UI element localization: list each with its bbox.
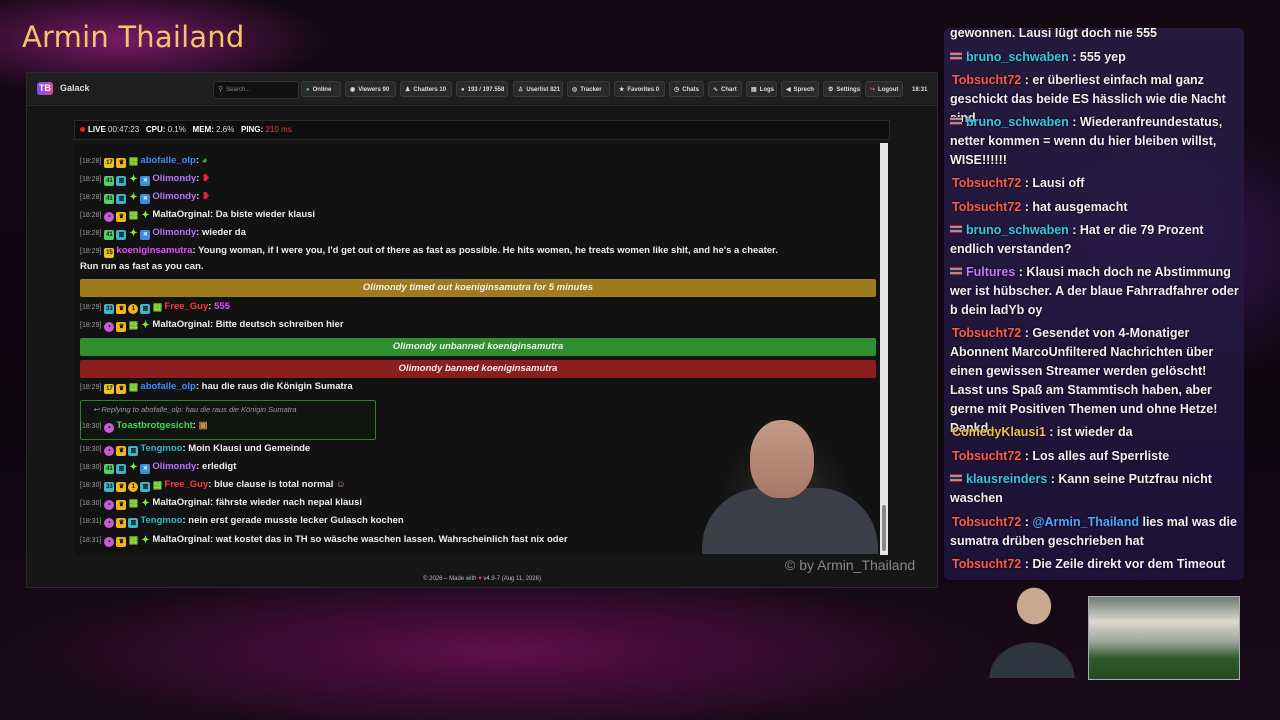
overlay-message: bruno_schwaben : Wiederanfreundestatus, …: [950, 115, 1223, 167]
chats-button[interactable]: ◷ Chats: [669, 81, 704, 97]
reply-context: ↩ Replying to abofalle_olp: hau die raus…: [93, 405, 297, 414]
user-icon: ♙: [518, 87, 524, 93]
unban-notice: Olimondy unbanned koeniginsamutra: [80, 338, 876, 356]
chart-icon: ∿: [713, 87, 719, 93]
chat-message: [18:29] 17 ♛ ▦ abofalle_olp: hau die raus di…: [80, 381, 353, 394]
chatters-button[interactable]: ♟ Chatters 10: [400, 81, 452, 97]
thai-flag-icon: [950, 117, 962, 125]
chat-message: [18:28] 41 ▥ ✦ ✕ Olimondy: ❥: [80, 173, 211, 186]
search-icon: ⚲: [218, 86, 224, 93]
chat-message: [18:30] 33 ♛ 1 ▥ ▦ Free_Guy: blue clause is to…: [80, 479, 346, 492]
favorites-button[interactable]: ★ Favorites 0: [614, 81, 665, 97]
eye-icon: ◉: [350, 87, 356, 93]
overlay-message: Tobsucht72 : @Armin_Thailand lies mal wa…: [950, 515, 1237, 548]
chat-message: [18:30] • ♛ ▦ ✦ MaltaOrginal: fährste wieder …: [80, 497, 363, 510]
chat-message: [18:30] 41 ▥ ✦ ✕ Olimondy: erledigt: [80, 461, 237, 474]
users-icon: ♟: [405, 87, 411, 93]
second-webcam-person: [972, 578, 1092, 678]
overlay-message: Tobsucht72 : hat ausgemacht: [952, 200, 1128, 214]
watermark: © by Armin_Thailand: [785, 557, 916, 573]
top-toolbar: TB Galack ⚲ Search... ● Online ◉ Viewers 90…: [27, 73, 937, 106]
chat-message: [18:29] 15 koeniginsamutra: Young woman, i…: [80, 245, 778, 258]
clock: 18:31: [907, 81, 931, 97]
status-strip: LIVE 00:47:23 CPU: 0.1% MEM: 2.6% PING: …: [74, 120, 890, 140]
online-button[interactable]: ● Online: [301, 81, 341, 97]
speech-icon: ◀: [786, 87, 791, 93]
online-dot-icon: ●: [306, 87, 310, 93]
logout-button[interactable]: ↪ Logout: [865, 81, 903, 97]
thai-flag-icon: [950, 52, 962, 60]
thai-flag-icon: [950, 474, 962, 482]
overlay-message: Tobsucht72 : Gesendet von 4-Monatiger Ab…: [950, 326, 1218, 435]
overlay-message: klausreinders : Kann seine Putzfrau nich…: [950, 472, 1212, 505]
chat-message: [18:28] • ♛ ▦ ✦ MaltaOrginal: Da biste wieder…: [80, 209, 316, 222]
webcam-person-body: [702, 488, 878, 554]
channel-name: Galack: [60, 83, 90, 93]
search-input[interactable]: ⚲ Search...: [213, 81, 299, 99]
chat-message: [18:29] • ♛ ▦ ✦ MaltaOrginal: Bitte deutsch s…: [80, 319, 344, 332]
overlay-message: ComedyKlausi1 : ist wieder da: [952, 425, 1133, 439]
stream-chat-overlay: gewonnen. Lausi lügt doch nie 555 bruno_…: [944, 28, 1244, 580]
tracker-button[interactable]: ◎ Tracker: [567, 81, 610, 97]
overlay-message: Fultures : Klausi mach doch ne Abstimmun…: [950, 265, 1239, 317]
sprech-button[interactable]: ◀ Sprech: [781, 81, 819, 97]
thai-flag-icon: [950, 267, 962, 275]
chat-message: [18:31] • ♛ ▥ Tengmoo: nein erst gerade muss…: [80, 515, 404, 528]
chart-button[interactable]: ∿ Chart: [708, 81, 742, 97]
garden-camera-feed: [1088, 596, 1240, 680]
live-dot-icon: [80, 127, 85, 132]
webcam-person-face: [750, 420, 814, 498]
overlay-message: Tobsucht72 : Lausi off: [952, 176, 1085, 190]
logout-icon: ↪: [870, 87, 876, 93]
chat-message: [18:30] • Toastbrotgesicht: ▣: [80, 420, 208, 433]
chat-message-continuation: Run run as fast as you can.: [80, 261, 204, 272]
chat-scrollbar[interactable]: [880, 143, 888, 555]
overlay-message: bruno_schwaben : 555 yep: [950, 48, 1242, 67]
chat-message: [18:30] • ♛ ▥ Tengmoo: Moin Klausi und Gemei…: [80, 443, 311, 456]
chat-message: [18:28] 41 ▥ ✦ ✕ Olimondy: ❥: [80, 191, 211, 204]
clock-icon: ◷: [674, 87, 680, 93]
gear-icon: ⚙: [828, 87, 834, 93]
tracker-icon: ◎: [572, 87, 578, 93]
overlay-message: gewonnen. Lausi lügt doch nie 555: [950, 28, 1157, 40]
overlay-message: bruno_schwaben : Hat er die 79 Prozent e…: [950, 223, 1204, 256]
footer: © 2026 – Made with ♥ v4.9-7 (Aug 11, 202…: [423, 576, 541, 582]
reply-block: ↩ Replying to abofalle_olp: hau die raus…: [80, 400, 376, 440]
settings-button[interactable]: ⚙ Settings: [823, 81, 861, 97]
ban-notice: Olimondy banned koeniginsamutra: [80, 360, 876, 378]
overlay-message: Tobsucht72 : Die Zeile direkt vor dem Ti…: [952, 557, 1226, 571]
chat-message: [18:28] 41 ▥ ✦ ✕ Olimondy: wieder da: [80, 227, 246, 240]
heart-icon: ♥: [478, 576, 482, 582]
viewers-button[interactable]: ◉ Viewers 90: [345, 81, 396, 97]
overlay-message: Tobsucht72 : Los alles auf Sperrliste: [952, 449, 1170, 463]
chat-message: [18:29] 33 ♛ 1 ▥ ▦ Free_Guy: 555: [80, 301, 230, 314]
app-logo: TB: [37, 82, 53, 95]
logs-button[interactable]: ▤ Logs: [746, 81, 777, 97]
messages-count-button[interactable]: ● 193 / 197.558: [456, 81, 508, 97]
chat-bubble-icon: ●: [461, 87, 465, 93]
logs-icon: ▤: [751, 87, 757, 93]
chat-message: [18:28] 17 ♛ ▦ abofalle_olp: ◕: [80, 155, 208, 168]
chat-scrollbar-thumb[interactable]: [882, 505, 886, 551]
timeout-notice: Olimondy timed out koeniginsamutra for 5…: [80, 279, 876, 297]
stream-title: Armin Thailand: [22, 20, 245, 54]
userlist-button[interactable]: ♙ Userlist 821: [513, 81, 563, 97]
chat-message: [18:31] • ♛ ▦ ✦ MaltaOrginal: wat kostet das …: [80, 534, 568, 547]
star-icon: ★: [619, 87, 625, 93]
thai-flag-icon: [950, 225, 962, 233]
